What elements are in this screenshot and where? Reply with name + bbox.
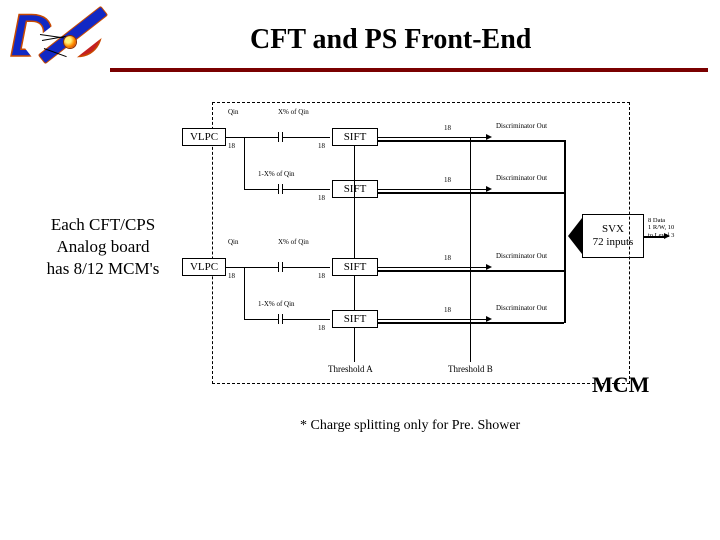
page-title: CFT and PS Front-End	[250, 24, 531, 56]
n18-3c: 18	[444, 254, 451, 262]
n18-1c: 18	[444, 124, 451, 132]
wire	[282, 189, 330, 190]
wire	[226, 267, 278, 268]
wire	[244, 319, 278, 320]
footnote: * Charge splitting only for Pre. Shower	[300, 418, 520, 434]
slide: D O CFT and PS Front-End Each CFT/CPS An…	[0, 0, 720, 540]
n18-4b: 18	[318, 324, 325, 332]
wire	[282, 137, 330, 138]
wire	[226, 137, 278, 138]
wire	[378, 319, 488, 320]
capacitor-icon	[278, 132, 279, 142]
wire	[470, 137, 471, 362]
capacitor-icon	[278, 184, 279, 194]
bus	[378, 322, 564, 324]
one-minus-xq-label-1: 1-X% of Qin	[258, 170, 295, 178]
sift-box-2: SIFT	[332, 180, 378, 198]
sift-box-1: SIFT	[332, 128, 378, 146]
svx-note-2: 1 R/W, 10	[648, 224, 674, 231]
disc-out-2: Discriminator Out	[496, 174, 547, 182]
n18-2b: 18	[318, 194, 325, 202]
svx-note-1: 8 Data	[648, 217, 665, 224]
n18-1b: 18	[318, 142, 325, 150]
n18-2c: 18	[444, 176, 451, 184]
svx-line1: SVX	[583, 223, 643, 236]
bus	[378, 270, 564, 272]
diagram: Each CFT/CPS Analog board has 8/12 MCM's…	[0, 102, 720, 432]
capacitor-icon	[278, 262, 279, 272]
wire	[244, 137, 245, 189]
bus-collector	[564, 140, 566, 323]
side-line2: Analog board	[56, 237, 149, 256]
n18-1a: 18	[228, 142, 235, 150]
wire	[244, 267, 245, 319]
wire	[282, 267, 330, 268]
disc-out-4: Discriminator Out	[496, 304, 547, 312]
sift-box-4: SIFT	[332, 310, 378, 328]
threshold-a-label: Threshold A	[328, 364, 373, 374]
threshold-b-label: Threshold B	[448, 364, 493, 374]
side-line3: has 8/12 MCM's	[47, 259, 160, 278]
sift-box-3: SIFT	[332, 258, 378, 276]
title-underline	[110, 68, 708, 72]
bus	[378, 140, 564, 142]
vlpc-box-1: VLPC	[182, 128, 226, 146]
svx-line2: 72 inputs	[583, 236, 643, 249]
mcm-label: MCM	[592, 372, 649, 398]
wire	[378, 189, 488, 190]
svx-note: 8 Data 1 R/W, 10 to Level 3	[648, 217, 710, 239]
xq-label-1: X% of Qin	[278, 108, 309, 116]
xq-label-2: X% of Qin	[278, 238, 309, 246]
n18-3a: 18	[228, 272, 235, 280]
capacitor-icon	[278, 314, 279, 324]
logo-dot-icon	[64, 36, 76, 48]
side-line1: Each CFT/CPS	[51, 215, 155, 234]
wire	[378, 267, 488, 268]
wire	[244, 189, 278, 190]
n18-3b: 18	[318, 272, 325, 280]
n18-4c: 18	[444, 306, 451, 314]
svx-box: SVX 72 inputs	[582, 214, 644, 258]
bus	[378, 192, 564, 194]
side-description: Each CFT/CPS Analog board has 8/12 MCM's	[28, 214, 178, 280]
wire	[354, 146, 355, 362]
wire	[378, 137, 488, 138]
fanin-icon	[568, 218, 582, 254]
vlpc-box-2: VLPC	[182, 258, 226, 276]
disc-out-3: Discriminator Out	[496, 252, 547, 260]
svx-note-3: to Level 3	[648, 232, 674, 239]
wire	[282, 319, 330, 320]
qin-label-1: Qin	[228, 108, 239, 116]
one-minus-xq-label-2: 1-X% of Qin	[258, 300, 295, 308]
qin-label-2: Qin	[228, 238, 239, 246]
logo: D O	[10, 6, 114, 76]
disc-out-1: Discriminator Out	[496, 122, 547, 130]
